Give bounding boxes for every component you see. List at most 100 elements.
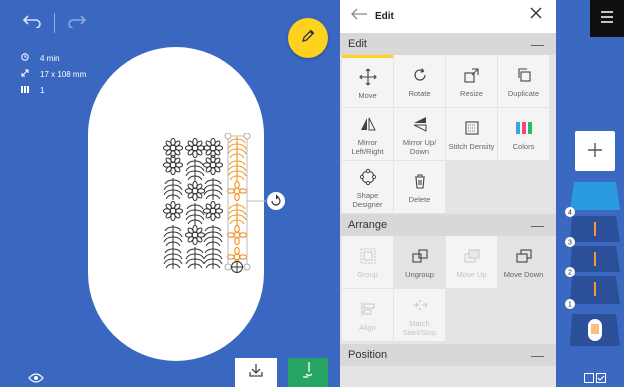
embroidery-design[interactable]	[158, 133, 298, 278]
tool-label: Mirror Left/Right	[351, 137, 384, 156]
download-button[interactable]	[235, 358, 277, 387]
edit-section-header[interactable]: Edit —	[340, 33, 556, 55]
resize-icon	[463, 64, 480, 86]
color-bars-icon	[20, 83, 30, 99]
panel-header: Edit	[340, 0, 556, 33]
empty-cell	[498, 161, 549, 213]
design-column-2	[184, 137, 206, 270]
resize-handle[interactable]	[243, 263, 251, 271]
ungroup-icon	[411, 245, 428, 267]
panel-title: Edit	[375, 11, 394, 22]
layer-item[interactable]	[570, 276, 620, 304]
empty-cell	[446, 289, 497, 341]
info-time: 4 min	[20, 51, 86, 67]
layer-item-preview[interactable]	[570, 314, 620, 346]
rotate-tool[interactable]: Rotate	[394, 55, 445, 107]
move-down-tool[interactable]: Move Down	[498, 236, 549, 288]
eye-icon[interactable]	[28, 371, 44, 386]
move-up-icon	[464, 245, 480, 267]
layer-stack[interactable]: 4 3 2 1	[560, 178, 624, 348]
tool-label: Move Down	[503, 270, 544, 279]
svg-text:2: 2	[568, 270, 572, 277]
resize-handle[interactable]	[243, 133, 251, 140]
move-up-tool[interactable]: Move Up	[446, 236, 497, 288]
tool-label: Align	[359, 323, 376, 332]
layer-item[interactable]	[570, 182, 620, 210]
trash-icon	[413, 170, 427, 192]
group-tool[interactable]: Group	[342, 236, 393, 288]
mirror-vertical-icon	[412, 113, 428, 135]
menu-button[interactable]	[590, 0, 624, 37]
tool-label: Rotate	[408, 89, 431, 98]
color-swatches-icon	[515, 117, 533, 139]
duplicate-tool[interactable]: Duplicate	[498, 55, 549, 107]
tool-label: Move	[358, 90, 377, 100]
stitch-time: 4 min	[40, 54, 60, 63]
layer-item[interactable]	[570, 216, 620, 242]
position-section-header[interactable]: Position —	[340, 344, 556, 366]
design-size: 17 x 108 mm	[40, 70, 87, 79]
duplicate-icon	[516, 64, 532, 86]
hamburger-icon	[600, 10, 614, 28]
mirror-horizontal-icon	[359, 113, 377, 135]
mirror-left-right-tool[interactable]: Mirror Left/Right	[342, 108, 393, 160]
collapse-icon[interactable]: —	[531, 218, 544, 233]
tool-label: Ungroup	[405, 270, 434, 279]
edit-pencil-button[interactable]	[288, 18, 328, 58]
tool-label: Resize	[460, 89, 483, 98]
design-canvas[interactable]: 4 min 17 x 108 mm 1	[0, 0, 340, 387]
tool-label: Group	[357, 270, 378, 279]
colors-tool[interactable]: Colors	[498, 108, 549, 160]
back-arrow-icon[interactable]	[350, 7, 368, 26]
align-icon	[360, 298, 376, 320]
shape-designer-tool[interactable]: Shape Designer	[342, 161, 393, 213]
resize-handle[interactable]	[224, 133, 232, 140]
mirror-up-down-tool[interactable]: Mirror Up/ Down	[394, 108, 445, 160]
pencil-icon	[300, 28, 316, 49]
arrange-tools-grid: Group Ungroup Move Up Move Down Align Ma…	[340, 236, 556, 342]
svg-text:4: 4	[568, 210, 572, 217]
move-tool[interactable]: Move	[342, 55, 393, 107]
align-tool[interactable]: Align	[342, 289, 393, 341]
collapse-icon[interactable]: —	[531, 37, 544, 52]
arrange-section-header[interactable]: Arrange —	[340, 214, 556, 236]
rotate-handle-icon[interactable]	[267, 192, 285, 210]
section-label: Arrange	[348, 219, 388, 231]
delete-tool[interactable]: Delete	[394, 161, 445, 213]
stitch-density-tool[interactable]: Stitch Density	[446, 108, 497, 160]
multi-select-toggle[interactable]	[584, 373, 606, 386]
resize-tool[interactable]: Resize	[446, 55, 497, 107]
resize-arrow-icon	[20, 67, 30, 83]
plus-icon	[587, 137, 603, 165]
close-icon[interactable]	[530, 6, 542, 23]
empty-cell	[446, 161, 497, 213]
ungroup-tool[interactable]: Ungroup	[394, 236, 445, 288]
svg-text:1: 1	[568, 302, 572, 309]
section-label: Position	[348, 349, 388, 361]
move-crosshair-icon[interactable]	[231, 261, 243, 273]
layer-item[interactable]	[570, 246, 620, 272]
undo-icon[interactable]	[22, 12, 42, 33]
clock-icon	[20, 51, 30, 67]
collapse-icon[interactable]: —	[531, 348, 544, 363]
shape-designer-icon	[359, 166, 377, 188]
color-count: 1	[40, 86, 45, 95]
info-size: 17 x 108 mm	[20, 67, 86, 83]
redo-icon[interactable]	[67, 12, 87, 33]
add-design-button[interactable]	[575, 131, 615, 171]
stitch-density-icon	[464, 117, 480, 139]
layer-badge: 2	[565, 267, 575, 277]
design-column-3	[202, 137, 224, 270]
layer-badge: 1	[565, 299, 575, 309]
download-icon	[248, 362, 264, 383]
edit-tools-grid: Move Rotate Resize Duplicate Mirror Left…	[340, 55, 556, 214]
selected-design-column[interactable]	[226, 136, 248, 268]
tool-label: Colors	[512, 142, 535, 151]
tool-label: Match Start/Stop	[402, 318, 437, 337]
tool-label: Delete	[408, 195, 431, 204]
match-start-stop-tool[interactable]: Match Start/Stop	[394, 289, 445, 341]
design-column-1	[162, 137, 184, 270]
section-label: Edit	[348, 38, 367, 50]
resize-handle[interactable]	[224, 263, 232, 271]
send-to-machine-button[interactable]	[288, 358, 328, 387]
